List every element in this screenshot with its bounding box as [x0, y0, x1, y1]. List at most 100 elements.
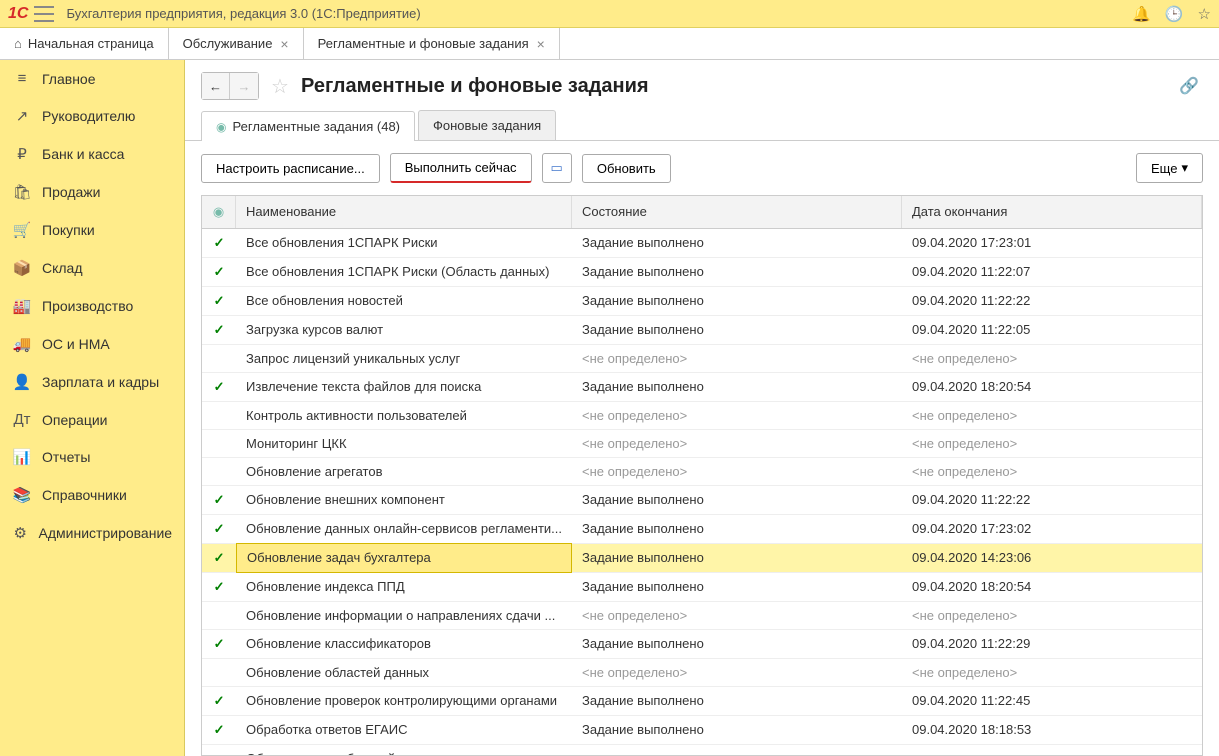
column-name[interactable]: Наименование — [236, 196, 572, 228]
tab-0[interactable]: ⌂Начальная страница — [0, 28, 169, 59]
row-state: <не определено> — [572, 430, 902, 457]
id-card-button[interactable]: ▭ — [542, 153, 572, 183]
globe-icon: ◉ — [213, 204, 224, 219]
menu-icon[interactable] — [34, 6, 54, 22]
column-date[interactable]: Дата окончания — [902, 196, 1202, 228]
run-now-button[interactable]: Выполнить сейчас — [390, 153, 532, 183]
table-row[interactable]: ✓Обновление индекса ППДЗадание выполнено… — [202, 573, 1202, 602]
close-icon[interactable]: × — [537, 36, 545, 52]
more-button[interactable]: Еще▾ — [1136, 153, 1203, 183]
sidebar-item-6[interactable]: 🏭Производство — [0, 287, 184, 325]
subtab-1[interactable]: Фоновые задания — [418, 110, 556, 140]
table-row[interactable]: ✓Все обновления 1СПАРК Риски (Область да… — [202, 258, 1202, 287]
check-icon: ✓ — [214, 492, 225, 507]
row-name: Извлечение текста файлов для поиска — [236, 373, 572, 401]
row-name: Контроль активности пользователей — [236, 402, 572, 429]
sidebar-item-8[interactable]: 👤Зарплата и кадры — [0, 363, 184, 401]
sidebar-item-12[interactable]: ⚙ Администрирование — [0, 514, 184, 552]
table-row[interactable]: ✓Все обновления новостейЗадание выполнен… — [202, 287, 1202, 316]
sidebar-item-9[interactable]: ДтОперации — [0, 401, 184, 438]
row-name: Обслуживание областей данных — [236, 745, 572, 756]
table-row[interactable]: ✓Извлечение текста файлов для поискаЗада… — [202, 373, 1202, 402]
table-row[interactable]: Обновление агрегатов<не определено><не о… — [202, 458, 1202, 486]
row-status-icon — [202, 402, 236, 429]
tabs-bar: ⌂Начальная страницаОбслуживание×Регламен… — [0, 28, 1219, 60]
row-date: <не определено> — [902, 430, 1202, 457]
app-title: Бухгалтерия предприятия, редакция 3.0 (1… — [66, 6, 1132, 21]
sidebar-item-5[interactable]: 📦 Склад — [0, 249, 184, 287]
table-row[interactable]: Запрос лицензий уникальных услуг<не опре… — [202, 345, 1202, 373]
table-row[interactable]: Обслуживание областей данных<не определе… — [202, 745, 1202, 756]
row-name: Обновление проверок контролирующими орга… — [236, 687, 572, 715]
row-name: Обновление классификаторов — [236, 630, 572, 658]
sidebar-icon: Дт — [12, 411, 32, 428]
sidebar-item-0[interactable]: ≡Главное — [0, 60, 184, 97]
table-row[interactable]: Обновление информации о направлениях сда… — [202, 602, 1202, 630]
back-button[interactable]: ← — [202, 73, 230, 99]
tab-label: Регламентные и фоновые задания — [318, 36, 529, 51]
sidebar-icon: 🛒 — [12, 221, 32, 239]
sidebar-item-label: Склад — [42, 260, 83, 276]
row-status-icon: ✓ — [202, 716, 236, 744]
sidebar-icon: 📦 — [12, 259, 32, 277]
nav-buttons: ← → — [201, 72, 259, 100]
sidebar-item-4[interactable]: 🛒Покупки — [0, 211, 184, 249]
row-date: 09.04.2020 11:22:22 — [902, 486, 1202, 514]
sidebar-icon: ⚙ — [12, 524, 29, 542]
status-icon-header[interactable]: ◉ — [202, 196, 236, 228]
tab-2[interactable]: Регламентные и фоновые задания × — [304, 28, 560, 59]
table-row[interactable]: ✓Обновление внешних компонентЗадание вып… — [202, 486, 1202, 515]
link-icon[interactable]: 🔗 — [1179, 76, 1199, 96]
row-status-icon: ✓ — [202, 316, 236, 344]
subtab-0[interactable]: ◉Регламентные задания (48) — [201, 111, 415, 141]
row-date: <не определено> — [902, 602, 1202, 629]
row-status-icon — [202, 659, 236, 686]
sidebar-item-label: Зарплата и кадры — [42, 374, 159, 390]
sidebar-item-11[interactable]: 📚Справочники — [0, 476, 184, 514]
bell-icon[interactable]: 🔔 — [1132, 5, 1151, 23]
table-row[interactable]: ✓ Обновление проверок контролирующими орг… — [202, 687, 1202, 716]
row-status-icon: ✓ — [202, 687, 236, 715]
sidebar-item-label: Продажи — [42, 184, 100, 200]
column-state[interactable]: Состояние — [572, 196, 902, 228]
check-icon: ✓ — [214, 722, 225, 737]
sidebar-item-label: Администрирование — [39, 525, 173, 541]
table-row[interactable]: ✓Загрузка курсов валютЗадание выполнено0… — [202, 316, 1202, 345]
row-state: <не определено> — [572, 345, 902, 372]
sidebar-icon: 🚚 — [12, 335, 32, 353]
sidebar-item-label: Главное — [42, 71, 96, 87]
sidebar-item-10[interactable]: 📊Отчеты — [0, 438, 184, 476]
check-icon: ✓ — [214, 322, 225, 337]
table-row[interactable]: ✓Обработка ответов ЕГАИСЗадание выполнен… — [202, 716, 1202, 745]
table-row[interactable]: ✓Обновление данных онлайн-сервисов регла… — [202, 515, 1202, 544]
tab-1[interactable]: Обслуживание× — [169, 28, 304, 59]
favorite-icon[interactable]: ☆ — [271, 74, 289, 99]
table-row[interactable]: Обновление областей данных<не определено… — [202, 659, 1202, 687]
sidebar-item-3[interactable]: 🛍Продажи — [0, 173, 184, 211]
table-row[interactable]: Мониторинг ЦКК<не определено><не определ… — [202, 430, 1202, 458]
row-state: Задание выполнено — [572, 544, 902, 572]
forward-button[interactable]: → — [230, 73, 258, 99]
subtab-label: Фоновые задания — [433, 118, 541, 133]
refresh-button[interactable]: Обновить — [582, 154, 671, 183]
main-area: ← → ☆ Регламентные и фоновые задания 🔗 ◉… — [185, 60, 1219, 756]
configure-schedule-button[interactable]: Настроить расписание... — [201, 154, 380, 183]
row-state: Задание выполнено — [572, 258, 902, 286]
table-row[interactable]: ✓Обновление задач бухгалтераЗадание выпо… — [202, 544, 1202, 573]
sidebar-item-2[interactable]: ₽Банк и касса — [0, 135, 184, 173]
close-icon[interactable]: × — [280, 36, 288, 52]
table-row[interactable]: Контроль активности пользователей<не опр… — [202, 402, 1202, 430]
subtabs: ◉Регламентные задания (48) Фоновые задани… — [185, 110, 1219, 141]
sidebar-icon: 📊 — [12, 448, 32, 466]
sidebar-item-label: Руководителю — [42, 108, 135, 124]
row-state: <не определено> — [572, 659, 902, 686]
table-row[interactable]: ✓Все обновления 1СПАРК РискиЗадание выпо… — [202, 229, 1202, 258]
table-row[interactable]: ✓Обновление классификаторовЗадание выпол… — [202, 630, 1202, 659]
sidebar-item-7[interactable]: 🚚ОС и НМА — [0, 325, 184, 363]
globe-icon: ◉ — [216, 120, 226, 134]
row-status-icon — [202, 745, 236, 756]
star-icon[interactable]: ☆ — [1198, 5, 1211, 23]
sidebar-item-1[interactable]: ↗Руководителю — [0, 97, 184, 135]
check-icon: ✓ — [214, 693, 225, 708]
history-icon[interactable]: 🕒 — [1165, 5, 1184, 23]
